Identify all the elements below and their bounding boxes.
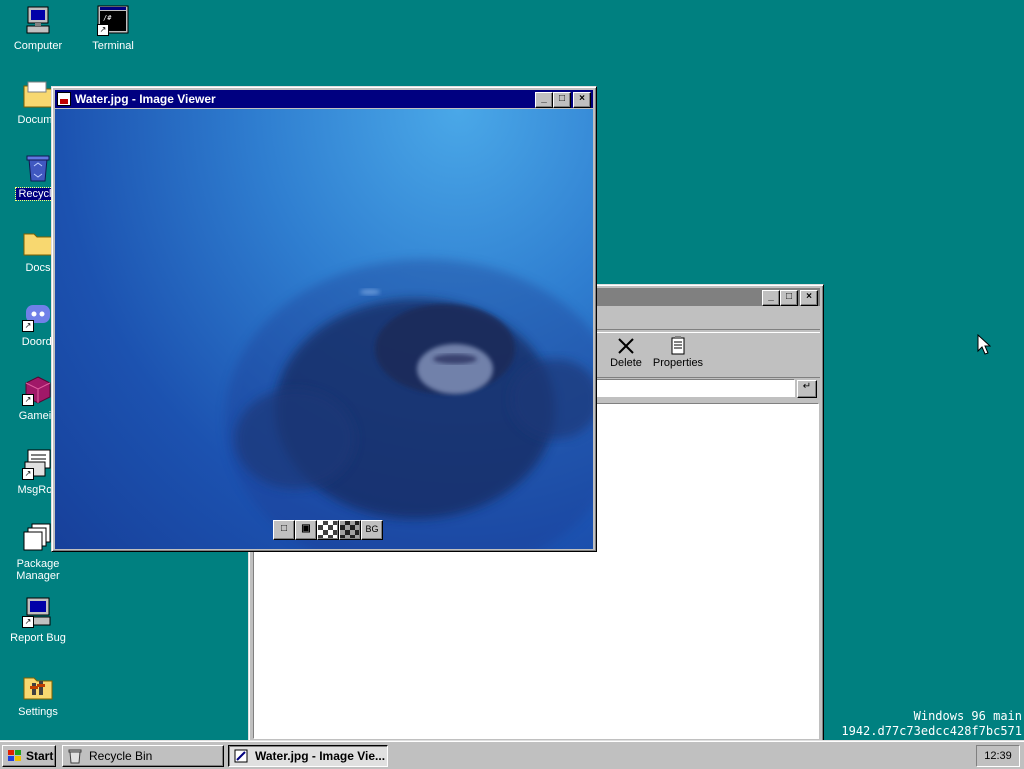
terminal-icon: /# ↗ (97, 4, 129, 36)
go-button[interactable]: ↵ (797, 380, 817, 398)
fit-to-window-button[interactable]: □ (273, 520, 295, 540)
system-clock[interactable]: 12:39 (976, 745, 1020, 767)
desktop-icon-label: Computer (13, 40, 63, 52)
shortcut-arrow-icon: ↗ (22, 394, 34, 406)
start-label: Start (26, 749, 54, 763)
desktop-icon-label: Settings (18, 706, 58, 718)
minimize-button[interactable]: _ (535, 92, 553, 108)
recycle-bin-small-icon (67, 748, 83, 764)
chat-app-icon: ↗ (22, 300, 54, 332)
underwater-photo (225, 259, 593, 549)
desktop-icon-terminal[interactable]: /# ↗ Terminal (76, 4, 150, 52)
checker-bg-button[interactable] (317, 520, 339, 540)
start-button[interactable]: Start (2, 745, 56, 767)
computer-icon (22, 4, 54, 36)
settings-icon (22, 670, 54, 702)
desktop-icon-label: Terminal (92, 40, 134, 52)
close-button[interactable]: × (573, 92, 591, 108)
recycle-bin-icon (22, 152, 54, 184)
game-cube-icon: ↗ (22, 374, 54, 406)
desktop-icon-settings[interactable]: Settings (1, 670, 75, 718)
message-board-icon: ↗ (22, 448, 54, 480)
actual-size-button[interactable]: ▣ (295, 520, 317, 540)
shortcut-arrow-icon: ↗ (97, 24, 109, 36)
desktop-icon-label: Package Manager (16, 558, 60, 582)
mouse-cursor-icon (977, 334, 991, 355)
image-viewer-title-bar[interactable]: Water.jpg - Image Viewer _ □ × (55, 90, 593, 108)
svg-text:/#: /# (103, 14, 112, 22)
properties-label: Properties (652, 357, 704, 369)
dark-checker-bg-button[interactable] (339, 520, 361, 540)
clock-time: 12:39 (984, 750, 1012, 762)
bg-label: BG (365, 524, 379, 534)
task-label: Water.jpg - Image Vie... (255, 749, 386, 763)
desktop-icon-label: Docs (25, 262, 51, 274)
maximize-button[interactable]: □ (553, 92, 571, 108)
minimize-button[interactable]: _ (762, 290, 780, 306)
os-version-line: Windows 96 main (913, 709, 1022, 723)
delete-icon (604, 335, 648, 357)
package-icon (22, 522, 54, 554)
folder-icon (22, 226, 54, 258)
task-label: Recycle Bin (89, 749, 153, 763)
desktop-icon-report-bug[interactable]: ↗ Report Bug (1, 596, 75, 644)
os-build-hash: 1942.d77c73edcc428f7bc571 (841, 724, 1022, 738)
close-button[interactable]: × (800, 290, 818, 306)
delete-button[interactable]: Delete (604, 335, 648, 369)
taskbar: Start Recycle Bin Water.jpg - Image Vie.… (0, 740, 1024, 769)
shortcut-arrow-icon: ↗ (22, 320, 34, 332)
documents-folder-icon (22, 78, 54, 110)
start-logo-icon (7, 749, 23, 763)
properties-button[interactable]: Properties (650, 335, 706, 369)
image-canvas: □ ▣ BG (55, 109, 593, 549)
task-image-viewer[interactable]: Water.jpg - Image Vie... (228, 745, 388, 767)
shortcut-arrow-icon: ↗ (22, 616, 34, 628)
desktop-icon-label: Report Bug (10, 632, 66, 644)
desktop-icon-computer[interactable]: Computer (1, 4, 75, 52)
image-viewer-small-icon (233, 748, 249, 764)
delete-label: Delete (610, 357, 642, 369)
properties-icon (650, 335, 706, 357)
go-arrow-icon: ↵ (802, 381, 812, 392)
image-viewer-window[interactable]: Water.jpg - Image Viewer _ □ × □ ▣ BG (51, 86, 597, 552)
window-title: Water.jpg - Image Viewer (75, 92, 216, 106)
background-color-button[interactable]: BG (361, 520, 383, 540)
report-bug-icon: ↗ (22, 596, 54, 628)
image-file-icon (57, 92, 71, 106)
viewer-controls: □ ▣ BG (273, 520, 383, 540)
task-recycle-bin[interactable]: Recycle Bin (62, 745, 224, 767)
shortcut-arrow-icon: ↗ (22, 468, 34, 480)
maximize-button[interactable]: □ (780, 290, 798, 306)
